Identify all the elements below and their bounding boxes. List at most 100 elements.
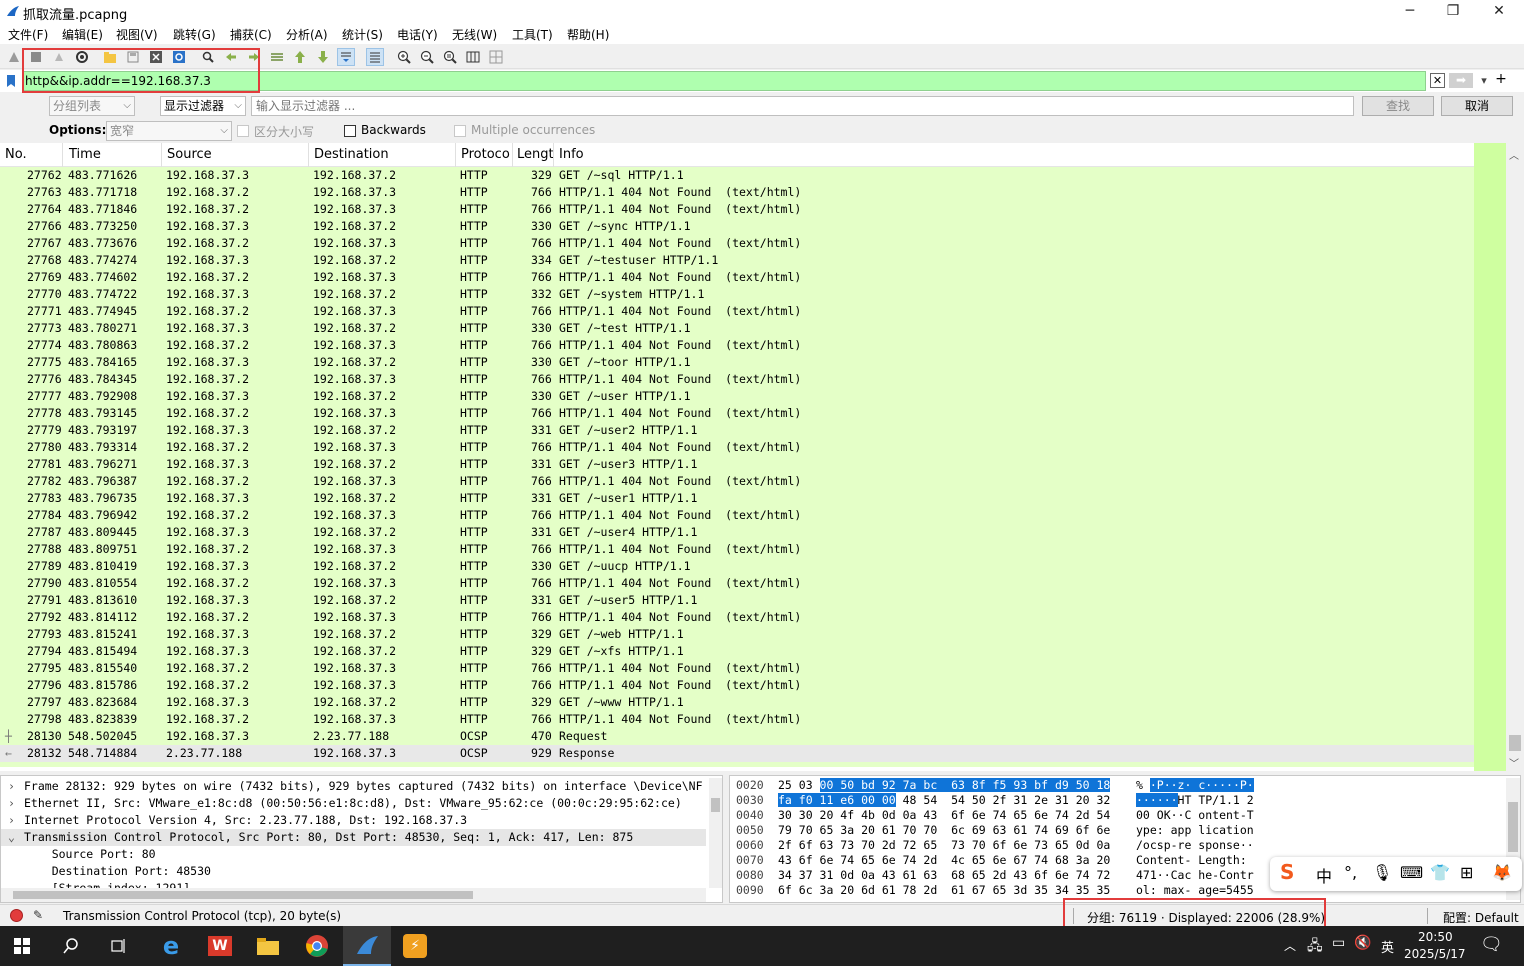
menu-help[interactable]: 帮助(H) [567, 26, 609, 43]
column-header-length[interactable]: Lengt [517, 147, 554, 162]
packet-list-scrollbar[interactable]: ︿ ﹀ [1506, 143, 1524, 771]
packet-row[interactable]: 27773 483.780271 192.168.37.3 192.168.37.2 H… [0, 320, 1474, 337]
clock-date[interactable]: 2025/5/17 [1404, 947, 1466, 961]
packet-row[interactable]: 27796 483.815786 192.168.37.2 192.168.37.3 H… [0, 677, 1474, 694]
add-filter-button[interactable]: + [1494, 72, 1508, 87]
column-separator[interactable] [161, 143, 162, 167]
menu-telephony[interactable]: 电话(Y) [397, 26, 438, 43]
column-header-time[interactable]: Time [69, 147, 101, 162]
packet-row[interactable]: 27793 483.815241 192.168.37.3 192.168.37.2 H… [0, 626, 1474, 643]
hex-row[interactable]: 0070 43 6f 6e 74 65 6e 74 2d 4c 65 6e 67 … [736, 853, 1247, 868]
chevron-right-icon[interactable]: › [8, 812, 15, 829]
go-first-packet-icon[interactable] [291, 48, 309, 66]
detail-tree-item[interactable]: › Frame 28132: 929 bytes on wire (7432 bi… [1, 778, 706, 795]
chevron-right-icon[interactable]: › [8, 795, 15, 812]
packet-row[interactable]: 27780 483.793314 192.168.37.2 192.168.37.3 H… [0, 439, 1474, 456]
char-width-select[interactable]: 宽窄 ⌵ [106, 121, 232, 141]
start-capture-icon[interactable] [5, 48, 23, 66]
packet-row[interactable]: 27770 483.774722 192.168.37.3 192.168.37.2 H… [0, 286, 1474, 303]
detail-tree-item[interactable]: [Stream index: 1291] [1, 880, 706, 888]
wps-office-icon[interactable]: W [206, 932, 234, 960]
scroll-down-icon[interactable]: ﹀ [1509, 755, 1519, 770]
go-last-packet-icon[interactable] [314, 48, 332, 66]
packet-row[interactable]: ┼ 28130 548.502045 192.168.37.3 2.23.77.188 O… [0, 728, 1474, 745]
hex-row[interactable]: 0020 25 03 00 50 bd 92 7a bc 63 8f f5 93 … [736, 778, 1254, 793]
column-separator[interactable] [553, 143, 554, 167]
show-hidden-icons-icon[interactable]: ︿ [1284, 937, 1296, 954]
zoom-normal-icon[interactable] [441, 48, 459, 66]
column-header-info[interactable]: Info [559, 147, 584, 162]
case-sensitive-checkbox[interactable] [237, 125, 249, 137]
hex-row[interactable]: 0050 79 70 65 3a 20 61 70 70 6c 69 63 61 … [736, 823, 1254, 838]
packet-row[interactable]: 27784 483.796942 192.168.37.2 192.168.37.3 H… [0, 507, 1474, 524]
packet-row[interactable]: 27769 483.774602 192.168.37.2 192.168.37.3 H… [0, 269, 1474, 286]
packet-row[interactable]: 27767 483.773676 192.168.37.2 192.168.37.3 H… [0, 235, 1474, 252]
profile-selector[interactable]: 配置: Default [1443, 909, 1519, 926]
toolbox-icon[interactable]: ⊞ [1460, 863, 1473, 882]
scrollbar-thumb[interactable] [13, 891, 473, 899]
column-header-protocol[interactable]: Protoco [461, 147, 510, 162]
chrome-icon[interactable] [303, 932, 331, 960]
find-search-input[interactable] [251, 96, 1354, 116]
ime-language-toggle[interactable]: 中 [1316, 863, 1332, 887]
menu-wireless[interactable]: 无线(W) [452, 26, 497, 43]
keyboard-icon[interactable]: ⌨ [1400, 863, 1423, 882]
detail-tree-item[interactable]: Source Port: 80 [1, 846, 706, 863]
status-divider[interactable] [1427, 908, 1428, 924]
menu-file[interactable]: 文件(F) [8, 26, 48, 43]
zoom-out-icon[interactable] [418, 48, 436, 66]
packet-row[interactable]: 27764 483.771846 192.168.37.2 192.168.37.3 H… [0, 201, 1474, 218]
hex-row[interactable]: 0040 30 30 20 4f 4b 0d 0a 43 6f 6e 74 65 … [736, 808, 1254, 823]
notification-device-icon[interactable]: ▭ [1332, 935, 1345, 951]
column-header-destination[interactable]: Destination [314, 147, 389, 162]
packet-row[interactable]: 27774 483.780863 192.168.37.2 192.168.37.3 H… [0, 337, 1474, 354]
clear-filter-icon[interactable]: ✕ [1430, 73, 1445, 88]
layout-icon[interactable] [487, 48, 505, 66]
zoom-in-icon[interactable] [395, 48, 413, 66]
auto-scroll-icon[interactable] [337, 48, 355, 66]
ime-mascot-icon[interactable]: 🦊 [1492, 863, 1512, 882]
file-explorer-icon[interactable] [254, 932, 282, 960]
packet-row[interactable]: ← 28132 548.714884 2.23.77.188 192.168.37.3 O… [0, 745, 1474, 762]
scrollbar-thumb[interactable] [711, 798, 720, 812]
input-language-indicator[interactable]: 英 [1381, 937, 1394, 956]
packet-row[interactable]: 27779 483.793197 192.168.37.3 192.168.37.2 H… [0, 422, 1474, 439]
search-icon[interactable] [57, 932, 85, 960]
column-separator[interactable] [512, 143, 513, 167]
column-separator[interactable] [308, 143, 309, 167]
scrollbar-thumb[interactable] [1508, 802, 1518, 852]
hex-row[interactable]: 0090 6f 6c 3a 20 6d 61 78 2d 61 67 65 3d … [736, 883, 1254, 898]
network-icon[interactable]: 🖧 [1307, 935, 1323, 959]
menu-tools[interactable]: 工具(T) [512, 26, 553, 43]
clock-time[interactable]: 20:50 [1418, 930, 1453, 944]
maximize-button[interactable]: ❐ [1430, 0, 1476, 24]
detail-tree-item[interactable]: Destination Port: 48530 [1, 863, 706, 880]
packet-row[interactable]: 27787 483.809445 192.168.37.3 192.168.37.2 H… [0, 524, 1474, 541]
bookmark-icon[interactable] [6, 74, 16, 88]
filter-history-dropdown[interactable]: ▾ [1477, 73, 1491, 88]
column-separator[interactable] [455, 143, 456, 167]
packet-row[interactable]: 27795 483.815540 192.168.37.2 192.168.37.3 H… [0, 660, 1474, 677]
packet-row[interactable]: 27775 483.784165 192.168.37.3 192.168.37.2 H… [0, 354, 1474, 371]
task-view-icon[interactable] [105, 932, 133, 960]
packet-row[interactable]: 27798 483.823839 192.168.37.2 192.168.37.3 H… [0, 711, 1474, 728]
chevron-right-icon[interactable]: › [8, 778, 15, 795]
packet-row[interactable]: 27763 483.771718 192.168.37.2 192.168.37.3 H… [0, 184, 1474, 201]
go-to-packet-icon[interactable] [268, 48, 286, 66]
multiple-occurrences-checkbox[interactable] [454, 125, 466, 137]
packet-row[interactable]: 27792 483.814112 192.168.37.2 192.168.37.3 H… [0, 609, 1474, 626]
column-header-source[interactable]: Source [167, 147, 212, 162]
hex-row[interactable]: 0080 34 37 31 0d 0a 43 61 63 68 65 2d 43 … [736, 868, 1254, 883]
packet-row[interactable]: 27762 483.771626 192.168.37.3 192.168.37.2 H… [0, 167, 1474, 184]
resize-columns-icon[interactable] [464, 48, 482, 66]
search-scope-select[interactable]: 分组列表 ⌵ [49, 96, 135, 116]
packet-row[interactable]: 27766 483.773250 192.168.37.3 192.168.37.2 H… [0, 218, 1474, 235]
microphone-icon[interactable]: 🎙 [1372, 863, 1392, 882]
apply-filter-icon[interactable]: ➡ [1449, 73, 1473, 88]
menu-capture[interactable]: 捕获(C) [230, 26, 272, 43]
internet-explorer-icon[interactable]: e [157, 932, 185, 960]
menu-edit[interactable]: 编辑(E) [62, 26, 103, 43]
chevron-down-icon[interactable]: ⌄ [8, 829, 15, 846]
skin-icon[interactable]: 👕 [1430, 863, 1450, 882]
volume-muted-icon[interactable]: 🔇 [1354, 935, 1371, 951]
